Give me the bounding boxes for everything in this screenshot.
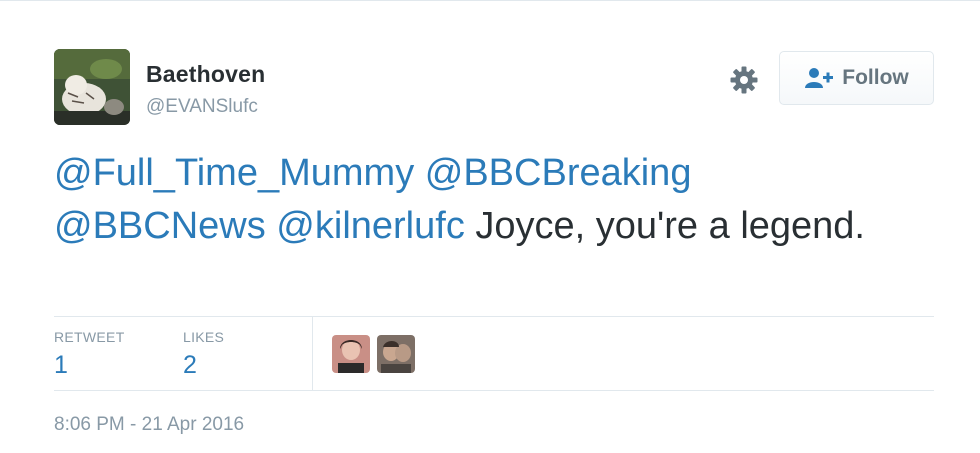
likes-stat[interactable]: LIKES 2 — [183, 329, 224, 380]
timestamp[interactable]: 8:06 PM - 21 Apr 2016 — [54, 414, 244, 436]
likes-label: LIKES — [183, 329, 225, 345]
liker-avatar[interactable] — [332, 335, 370, 373]
stats-top-divider — [54, 316, 934, 317]
retweet-label: RETWEET — [54, 329, 125, 345]
mention-link[interactable]: @kilnerlufc — [276, 205, 465, 247]
tweet-body: Joyce, you're a legend. — [475, 205, 865, 247]
tweet-card: Baethoven @EVANSlufc Follow @Full_Time_M… — [0, 0, 980, 453]
stats-bottom-divider — [54, 390, 934, 391]
screen-name[interactable]: @EVANSlufc — [146, 96, 258, 118]
white-tiger-avatar-image — [54, 49, 130, 125]
stats-vertical-divider — [312, 317, 313, 391]
mention-link[interactable]: @BBCNews — [54, 205, 266, 247]
mention-link[interactable]: @BBCBreaking — [425, 152, 692, 194]
retweet-stat[interactable]: RETWEET 1 — [54, 329, 125, 380]
mention-link[interactable]: @Full_Time_Mummy — [54, 152, 414, 194]
retweet-count[interactable]: 1 — [54, 351, 125, 380]
follow-button[interactable]: Follow — [779, 51, 934, 105]
gear-icon[interactable] — [728, 64, 760, 96]
tweet-text: @Full_Time_Mummy @BBCBreaking @BBCNews @… — [54, 147, 934, 253]
likes-count[interactable]: 2 — [183, 351, 224, 380]
liker-avatar[interactable] — [377, 335, 415, 373]
display-name[interactable]: Baethoven — [146, 61, 265, 88]
add-user-icon — [805, 68, 834, 88]
avatar[interactable] — [54, 49, 130, 125]
follow-label: Follow — [842, 66, 909, 89]
